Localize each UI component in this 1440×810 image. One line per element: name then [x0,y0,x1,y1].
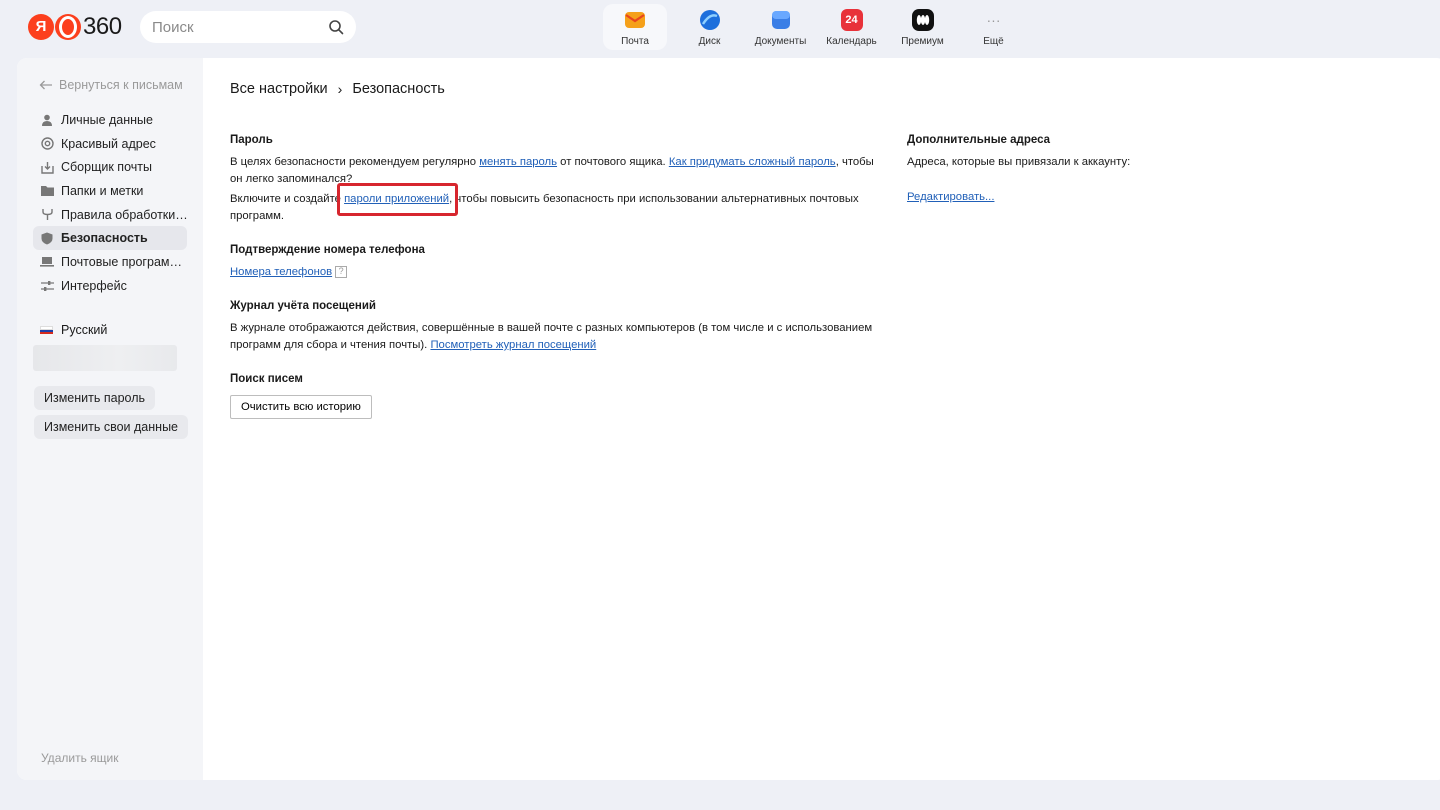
logo-360-text: 360 [83,12,122,40]
logo-ya-mark: Я [28,13,54,40]
sidebar-item-mail-programs[interactable]: Почтовые програм… [33,250,187,274]
sidebar-item-label: Красивый адрес [61,136,156,151]
more-icon: ··· [986,12,1001,28]
additional-addresses-title: Дополнительные адреса [907,134,1051,146]
service-disk-label: Диск [698,36,721,47]
service-calendar-label: Календарь [826,36,877,47]
password-text-part: В целях безопасности рекомендуем регуляр… [230,156,480,168]
sidebar-item-label: Почтовые програм… [61,254,182,269]
phone-section: Подтверждение номера телефона Номера тел… [230,242,880,281]
breadcrumb: Все настройки › Безопасность [230,81,445,97]
view-journal-link[interactable]: Посмотреть журнал посещений [430,339,596,351]
change-data-button[interactable]: Изменить свои данные [34,415,189,439]
service-mail[interactable]: Почта [603,4,667,50]
password-section: Пароль В целях безопасности рекомендуем … [230,132,880,225]
help-icon[interactable]: ? [335,265,348,278]
shield-icon [40,231,54,245]
breadcrumb-separator: › [337,81,343,97]
search-input[interactable]: Поиск [140,11,356,43]
back-to-mail-label: Вернуться к письмам [59,78,183,92]
search-history-section: Поиск писем Очистить всю историю [230,371,880,419]
laptop-icon [40,255,54,269]
mail-icon [624,9,646,31]
service-premium[interactable]: Премиум [887,4,958,50]
blurred-account-info [33,345,177,371]
app-passwords-text-part: Включите и создайте [230,193,345,205]
journal-section: Журнал учёта посещений В журнале отображ… [230,298,880,354]
inbox-download-icon [40,160,54,174]
search-icon[interactable] [328,19,344,35]
sidebar-item-security[interactable]: Безопасность [33,226,187,251]
phone-title: Подтверждение номера телефона [230,244,425,256]
calendar-icon: 24 [840,9,863,31]
services-bar: Почта Диск Документы 24 Календарь Премиу… [603,4,1029,50]
sidebar-item-label: Безопасность [61,231,148,246]
sidebar-item-personal-data[interactable]: Личные данные [33,108,187,132]
yandex-360-logo[interactable]: Я 360 [28,13,122,40]
sidebar-item-beautiful-address[interactable]: Красивый адрес [33,132,187,156]
journal-title: Журнал учёта посещений [230,300,376,312]
service-documents[interactable]: Документы [745,4,816,50]
settings-nav: Личные данные Красивый адрес Сборщик поч… [33,108,187,298]
disk-icon [699,9,721,31]
change-password-link[interactable]: менять пароль [479,156,557,168]
additional-addresses-column: Дополнительные адреса Адреса, которые вы… [907,132,1207,206]
password-title: Пароль [230,134,273,146]
journal-text: В журнале отображаются действия, совершё… [230,320,880,354]
additional-addresses-text: Адреса, которые вы привязали к аккаунту: [907,156,1131,168]
search-history-title: Поиск писем [230,373,303,385]
app-passwords-highlight: пароли приложений [337,183,459,216]
search-placeholder: Поиск [152,18,194,36]
clear-history-button[interactable]: Очистить всю историю [230,395,372,419]
sliders-icon [40,279,54,293]
language-label: Русский [61,323,108,337]
service-disk[interactable]: Диск [674,4,745,50]
sidebar-item-label: Интерфейс [61,278,127,293]
documents-icon [770,9,792,31]
phone-row: Номера телефонов? [230,264,880,281]
sidebar-item-interface[interactable]: Интерфейс [33,274,187,298]
language-selector[interactable]: Русский [40,323,107,337]
edit-addresses-link[interactable]: Редактировать... [907,191,994,203]
breadcrumb-all-settings[interactable]: Все настройки [230,81,328,97]
service-mail-label: Почта [621,36,649,47]
person-icon [40,113,54,127]
sidebar-item-mail-collector[interactable]: Сборщик почты [33,155,187,179]
service-documents-label: Документы [754,36,807,47]
strong-password-help-link[interactable]: Как придумать сложный пароль [669,156,836,168]
settings-sidebar: Вернуться к письмам Личные данные Красив… [17,58,203,780]
phone-numbers-link[interactable]: Номера телефонов [230,266,332,278]
service-premium-label: Премиум [901,36,944,47]
service-more-label: Ещё [983,36,1004,47]
russia-flag-icon [40,325,53,335]
app-passwords-link[interactable]: пароли приложений [344,193,449,205]
folder-icon [40,184,54,198]
sidebar-item-label: Правила обработки… [61,207,187,222]
sidebar-item-rules[interactable]: Правила обработки… [33,203,187,227]
service-calendar[interactable]: 24 Календарь [816,4,887,50]
service-more[interactable]: ··· Ещё [958,4,1029,50]
sidebar-item-label: Личные данные [61,112,153,127]
sidebar-item-label: Сборщик почты [61,160,152,175]
back-to-mail-link[interactable]: Вернуться к письмам [39,78,183,92]
delete-mailbox-link[interactable]: Удалить ящик [41,751,118,765]
password-text: В целях безопасности рекомендуем регуляр… [230,154,880,188]
settings-card: Вернуться к письмам Личные данные Красив… [17,58,1440,780]
password-text-part: от почтового ящика. [557,156,669,168]
premium-icon [911,9,934,31]
rules-icon [40,208,54,222]
calendar-badge: 24 [845,14,858,26]
at-icon [40,137,54,151]
sidebar-item-folders-labels[interactable]: Папки и метки [33,179,187,203]
sidebar-item-label: Папки и метки [61,183,144,198]
breadcrumb-current: Безопасность [352,81,445,97]
change-password-button[interactable]: Изменить пароль [34,386,156,410]
app-passwords-text: Включите и создайте пароли приложений, ч… [230,183,880,225]
security-settings-column: Пароль В целях безопасности рекомендуем … [230,132,880,436]
arrow-left-icon [39,80,52,90]
logo-circle-mark [55,13,81,40]
